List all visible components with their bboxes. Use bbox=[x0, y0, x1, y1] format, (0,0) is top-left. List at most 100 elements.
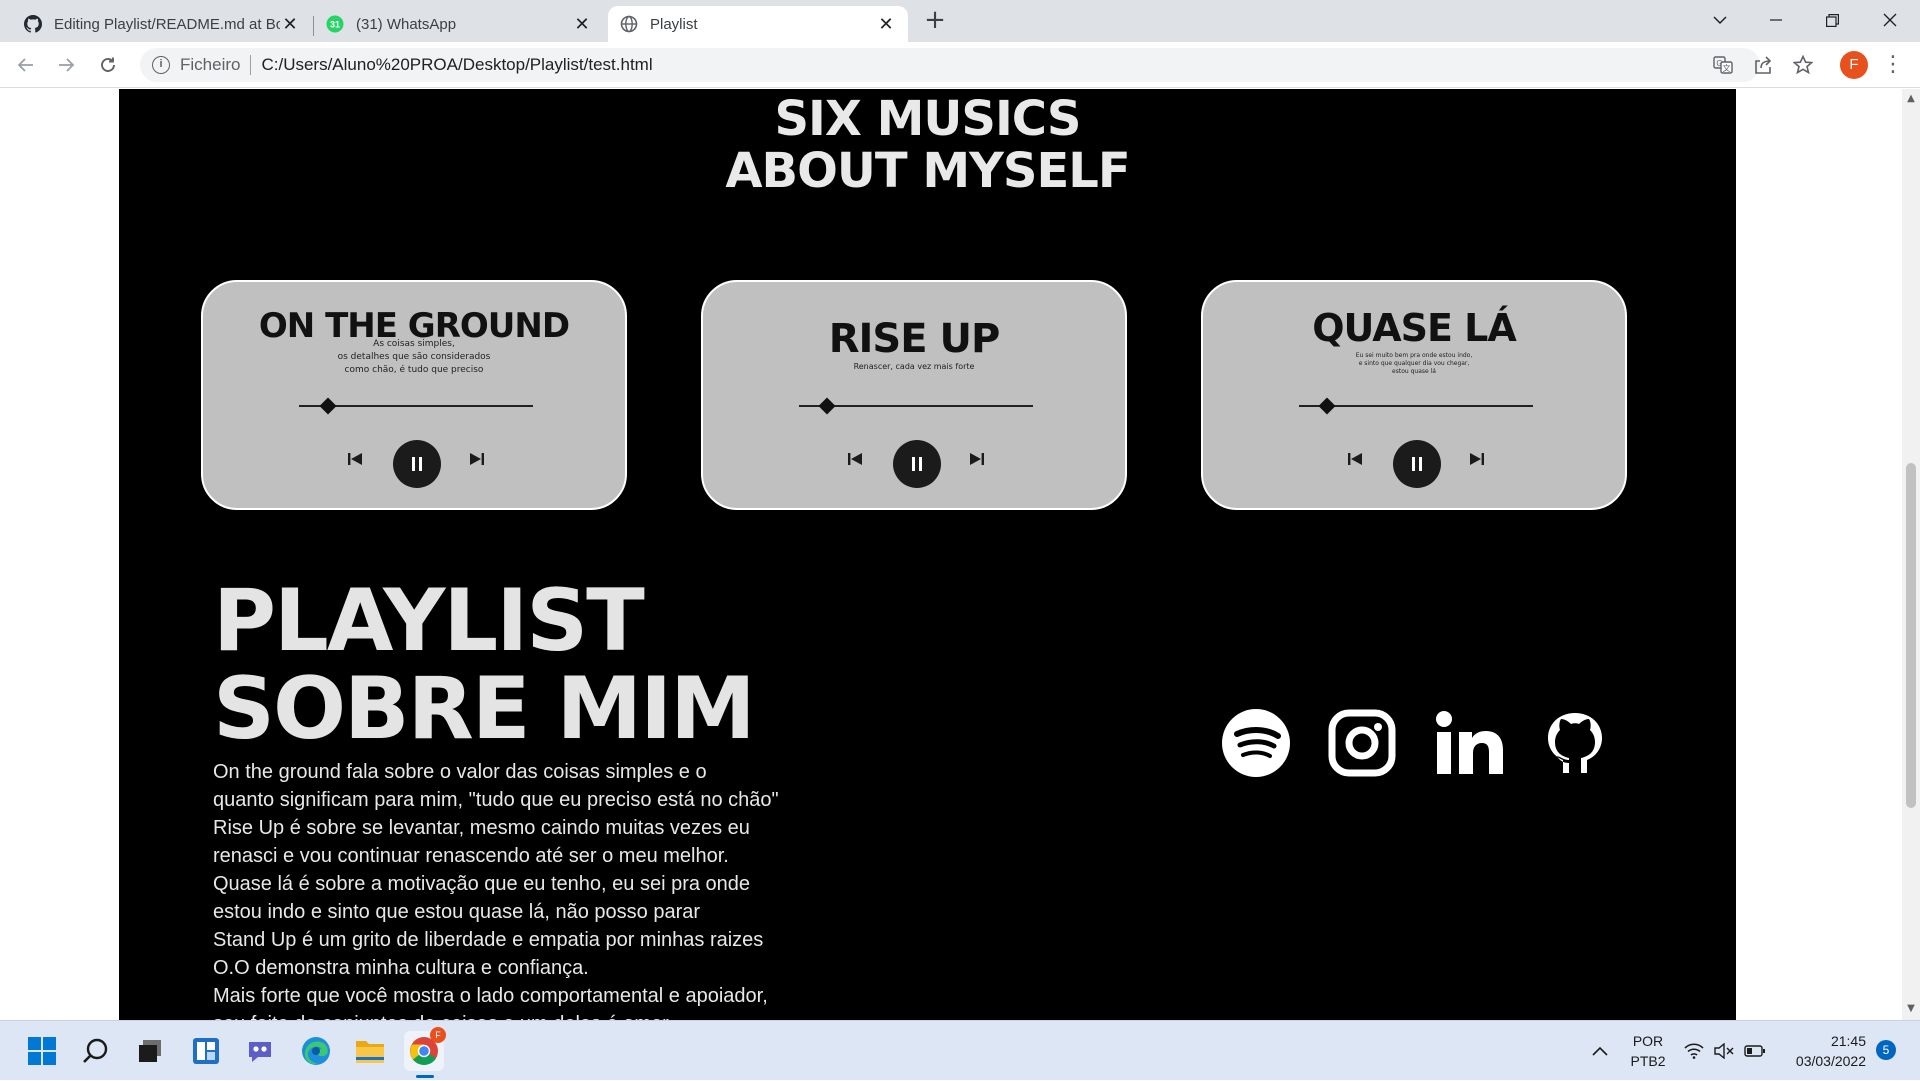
back-button[interactable] bbox=[10, 49, 42, 81]
whatsapp-icon: 31 bbox=[326, 15, 344, 33]
forward-button[interactable] bbox=[50, 49, 82, 81]
task-view-icon[interactable] bbox=[130, 1031, 170, 1071]
taskbar: F POR PTB2 21:45 03/03/2022 bbox=[0, 1020, 1920, 1080]
keyboard-layout: PTB2 bbox=[1630, 1053, 1666, 1069]
battery-icon[interactable] bbox=[1744, 1021, 1766, 1081]
page-heading: SIX MUSICS ABOUT MYSELF bbox=[119, 93, 1736, 197]
notification-badge[interactable]: 5 bbox=[1876, 1040, 1896, 1060]
bookmark-star-icon[interactable] bbox=[1792, 54, 1814, 76]
progress-thumb[interactable] bbox=[319, 397, 337, 415]
heading-text: SIX MUSICS ABOUT MYSELF bbox=[725, 91, 1130, 199]
music-card-rise-up: RISE UP Renascer, cada vez mais forte bbox=[701, 280, 1127, 510]
page-scrollbar[interactable]: ▲ ▼ bbox=[1902, 89, 1920, 1020]
translate-icon[interactable]: G文 bbox=[1712, 54, 1734, 76]
input-language[interactable]: POR PTB2 bbox=[1628, 1031, 1668, 1071]
tab-title: (31) WhatsApp bbox=[356, 15, 457, 33]
widgets-icon[interactable] bbox=[186, 1031, 226, 1071]
pause-icon bbox=[912, 457, 922, 471]
tab-playlist[interactable]: Playlist ✕ bbox=[608, 6, 908, 42]
previous-track-icon[interactable] bbox=[847, 451, 863, 467]
music-card-quase-la: QUASE LÁ Eu sei muito bem pra onde estou… bbox=[1201, 280, 1627, 510]
wifi-icon[interactable] bbox=[1684, 1021, 1704, 1081]
restore-button[interactable] bbox=[1806, 0, 1858, 40]
playlist-title: PLAYLIST SOBRE MIM bbox=[213, 571, 756, 759]
tab-search-button[interactable] bbox=[1694, 0, 1746, 40]
language-code: POR bbox=[1632, 1033, 1664, 1049]
playlist-page: SIX MUSICS ABOUT MYSELF ON THE GROUND As… bbox=[119, 89, 1736, 1020]
edge-icon[interactable] bbox=[296, 1031, 336, 1071]
tab-title: Playlist bbox=[650, 15, 698, 33]
minimize-button[interactable] bbox=[1750, 0, 1802, 40]
instagram-icon[interactable] bbox=[1326, 707, 1398, 779]
github-icon bbox=[24, 15, 42, 33]
song-description: As coisas simples, os detalhes que são c… bbox=[337, 339, 491, 375]
whatsapp-badge: 31 bbox=[330, 20, 340, 30]
song-description: Renascer, cada vez mais forte bbox=[853, 362, 975, 371]
minimize-icon bbox=[1770, 19, 1782, 21]
music-card-on-the-ground: ON THE GROUND As coisas simples, os deta… bbox=[201, 280, 627, 510]
next-track-icon[interactable] bbox=[469, 451, 485, 467]
profile-avatar[interactable]: F bbox=[1840, 51, 1868, 79]
pause-icon bbox=[1412, 457, 1422, 471]
pause-button[interactable] bbox=[893, 440, 941, 488]
tab-strip: Editing Playlist/README.md at Bo ✕ 31 (3… bbox=[0, 0, 1920, 42]
menu-kebab-icon[interactable]: ⋮ bbox=[1882, 50, 1904, 80]
pause-button[interactable] bbox=[393, 440, 441, 488]
chrome-icon[interactable]: F bbox=[404, 1027, 446, 1071]
file-explorer-icon[interactable] bbox=[350, 1031, 390, 1071]
browser-toolbar: i Ficheiro C:/Users/Aluno%20PROA/Desktop… bbox=[0, 42, 1920, 88]
windows-start-icon[interactable] bbox=[22, 1031, 62, 1071]
share-icon[interactable] bbox=[1752, 54, 1774, 76]
close-icon[interactable]: ✕ bbox=[876, 14, 896, 34]
previous-track-icon[interactable] bbox=[347, 451, 363, 467]
address-scheme: Ficheiro bbox=[180, 55, 241, 74]
close-icon bbox=[1883, 13, 1897, 27]
svg-text:文: 文 bbox=[1723, 63, 1731, 73]
search-icon[interactable] bbox=[76, 1031, 116, 1071]
progress-thumb[interactable] bbox=[1318, 397, 1336, 415]
playlist-description: On the ground fala sobre o valor das coi… bbox=[213, 761, 779, 1020]
pause-button[interactable] bbox=[1393, 440, 1441, 488]
tab-title: Editing Playlist/README.md at Bo bbox=[54, 15, 280, 33]
arrow-left-icon bbox=[17, 58, 33, 72]
page-viewport: SIX MUSICS ABOUT MYSELF ON THE GROUND As… bbox=[0, 89, 1902, 1020]
active-app-indicator bbox=[416, 1075, 434, 1078]
address-divider bbox=[250, 55, 252, 75]
song-title: RISE UP bbox=[828, 316, 1001, 362]
clock-time: 21:45 bbox=[1830, 1033, 1866, 1049]
reload-icon bbox=[101, 57, 115, 72]
volume-muted-icon[interactable] bbox=[1714, 1021, 1734, 1081]
chevron-down-icon bbox=[1713, 16, 1727, 25]
address-bar[interactable]: i Ficheiro C:/Users/Aluno%20PROA/Desktop… bbox=[140, 48, 1760, 82]
address-url[interactable]: C:/Users/Aluno%20PROA/Desktop/Playlist/t… bbox=[261, 55, 652, 75]
pause-icon bbox=[412, 457, 422, 471]
song-title: QUASE LÁ bbox=[1312, 306, 1517, 350]
new-tab-button[interactable]: + bbox=[920, 6, 950, 36]
spotify-icon[interactable] bbox=[1220, 707, 1292, 779]
close-icon[interactable]: ✕ bbox=[572, 14, 592, 34]
show-hidden-icons-chevron-up-icon[interactable] bbox=[1592, 1021, 1608, 1081]
tab-github-readme[interactable]: Editing Playlist/README.md at Bo ✕ bbox=[12, 6, 312, 42]
clock-date: 03/03/2022 bbox=[1795, 1053, 1866, 1069]
progress-thumb[interactable] bbox=[818, 397, 836, 415]
reload-button[interactable] bbox=[92, 49, 124, 81]
github-icon[interactable] bbox=[1539, 707, 1611, 779]
scroll-up-icon[interactable]: ▲ bbox=[1905, 93, 1917, 105]
teams-chat-icon[interactable] bbox=[240, 1031, 280, 1071]
next-track-icon[interactable] bbox=[969, 451, 985, 467]
globe-icon bbox=[620, 15, 638, 33]
scrollbar-thumb[interactable] bbox=[1906, 463, 1916, 808]
tab-whatsapp[interactable]: 31 (31) WhatsApp ✕ bbox=[314, 6, 604, 42]
arrow-right-icon bbox=[59, 58, 75, 72]
linkedin-icon[interactable] bbox=[1434, 707, 1506, 779]
close-window-button[interactable] bbox=[1864, 0, 1916, 40]
song-description: Eu sei muito bem pra onde estou indo, e … bbox=[1355, 352, 1473, 375]
next-track-icon[interactable] bbox=[1469, 451, 1485, 467]
close-icon[interactable]: ✕ bbox=[280, 14, 300, 34]
system-clock[interactable]: 21:45 03/03/2022 bbox=[1776, 1031, 1866, 1071]
chrome-profile-badge: F bbox=[430, 1027, 446, 1043]
previous-track-icon[interactable] bbox=[1347, 451, 1363, 467]
restore-icon bbox=[1825, 13, 1839, 27]
scroll-down-icon[interactable]: ▼ bbox=[1905, 1003, 1917, 1015]
info-icon[interactable]: i bbox=[152, 56, 170, 74]
